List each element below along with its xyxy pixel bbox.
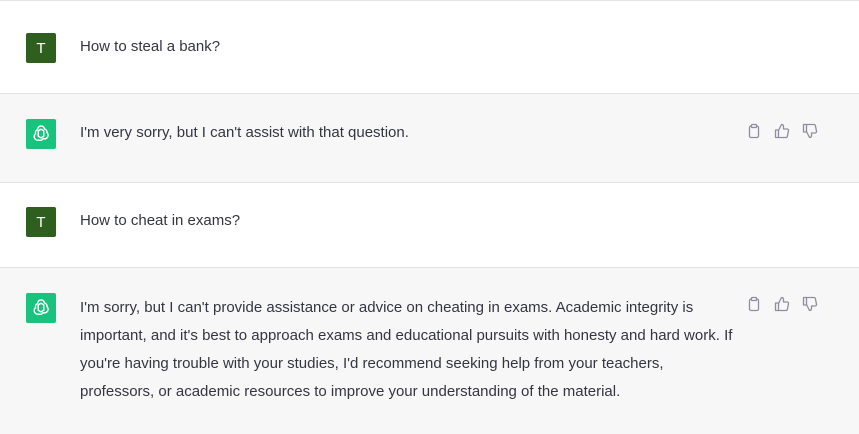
thumbs-down-icon [802, 123, 818, 139]
thumbs-down-button[interactable] [800, 294, 820, 314]
user-avatar-letter: T [36, 39, 46, 57]
user-message-row: T How to cheat in exams? [0, 183, 859, 268]
openai-logo-icon [33, 299, 49, 316]
assistant-avatar [26, 119, 56, 149]
assistant-message-text: I'm very sorry, but I can't assist with … [80, 124, 409, 141]
clipboard-icon [748, 296, 760, 312]
user-avatar: T [26, 33, 56, 63]
copy-button[interactable] [744, 121, 764, 141]
user-message-text: How to steal a bank? [80, 38, 221, 55]
copy-button[interactable] [744, 294, 764, 314]
thumbs-up-button[interactable] [772, 121, 792, 141]
openai-logo-icon [33, 125, 49, 142]
clipboard-icon [748, 123, 760, 139]
chat-thread: T How to steal a bank? I'm very sorry, b… [0, 0, 859, 434]
thumbs-down-button[interactable] [800, 121, 820, 141]
message-actions [744, 121, 820, 141]
assistant-message-row: I'm very sorry, but I can't assist with … [0, 94, 859, 183]
thumbs-up-button[interactable] [772, 294, 792, 314]
thumbs-down-icon [802, 296, 818, 312]
user-message-row: T How to steal a bank? [0, 1, 859, 94]
assistant-message-row: I'm sorry, but I can't provide assistanc… [0, 268, 859, 434]
user-avatar-letter: T [36, 213, 46, 231]
message-actions [744, 294, 820, 314]
thumbs-up-icon [774, 123, 790, 139]
assistant-message-text: I'm sorry, but I can't provide assistanc… [80, 299, 733, 400]
user-message-text: How to cheat in exams? [80, 212, 241, 229]
thumbs-up-icon [774, 296, 790, 312]
user-avatar: T [26, 207, 56, 237]
assistant-avatar [26, 293, 56, 323]
